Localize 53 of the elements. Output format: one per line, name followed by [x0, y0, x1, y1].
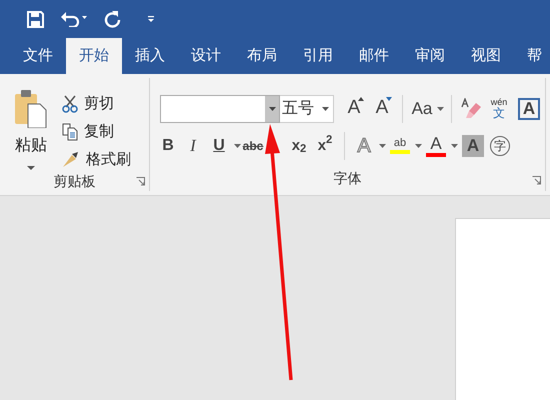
up-triangle-icon [358, 96, 364, 100]
group-label: 字体 [334, 169, 362, 188]
caret-icon[interactable] [413, 144, 423, 148]
format-painter-button[interactable]: 格式刷 [62, 149, 131, 171]
ribbon-tab[interactable]: 设计 [178, 38, 234, 74]
group-label: 剪贴板 [54, 172, 96, 191]
font-color-button[interactable]: A [423, 133, 449, 159]
script-button[interactable]: x$^{2}$ [312, 133, 338, 159]
ribbon-tab[interactable]: 审阅 [402, 38, 458, 74]
italic-button[interactable]: I [180, 133, 206, 159]
caret-icon[interactable] [322, 106, 329, 110]
script-button[interactable]: x$_{2}$ [286, 133, 312, 159]
undo-icon[interactable] [60, 11, 88, 27]
ribbon-tab[interactable]: 引用 [290, 38, 346, 74]
down-triangle-icon [386, 96, 392, 100]
clipboard-icon[interactable] [14, 88, 48, 128]
bold-button[interactable]: B [156, 133, 180, 159]
copy-button[interactable]: 复制 [62, 121, 131, 143]
font-size-field[interactable]: 五号 [280, 94, 334, 122]
change-case-button[interactable]: Aa [409, 96, 435, 122]
ribbon-tab[interactable]: 邮件 [346, 38, 402, 74]
cut-button[interactable]: 剪切 [62, 93, 131, 115]
ribbon-tab[interactable]: 插入 [122, 38, 178, 74]
caret-icon[interactable] [268, 106, 276, 110]
caret-icon[interactable] [27, 166, 35, 170]
shrink-font-button[interactable]: A [369, 96, 395, 122]
caret-icon[interactable] [449, 144, 459, 148]
font-name-field[interactable] [160, 94, 280, 122]
underline-button[interactable]: U [206, 133, 232, 159]
grow-font-button[interactable]: A [341, 96, 367, 122]
ribbon-tab[interactable]: 开始 [66, 38, 122, 74]
dialog-launcher-icon[interactable] [532, 176, 541, 185]
phonetic-guide-button[interactable]: wén 文 [486, 96, 512, 122]
ribbon-tab[interactable]: 布局 [234, 38, 290, 74]
highlight-button[interactable]: ab [387, 133, 413, 159]
character-border-button[interactable]: A [518, 98, 540, 120]
caret-icon[interactable] [377, 144, 387, 148]
customize-icon[interactable] [147, 15, 155, 23]
brush-icon [62, 152, 80, 168]
scissors-icon [62, 95, 78, 113]
copy-icon [62, 123, 78, 141]
ribbon-tab[interactable]: 文件 [10, 38, 66, 74]
paste-button[interactable]: 粘贴 [15, 134, 47, 158]
caret-icon[interactable] [435, 106, 445, 110]
ribbon-tab[interactable]: 帮 [514, 38, 550, 74]
save-icon[interactable] [27, 10, 44, 28]
redo-icon[interactable] [104, 10, 121, 28]
dialog-launcher-icon[interactable] [136, 177, 145, 186]
strikethrough-button[interactable]: abc [242, 133, 264, 159]
ribbon-tab[interactable]: 视图 [458, 38, 514, 74]
enclose-characters-button[interactable]: 字 [490, 136, 510, 156]
character-shading-button[interactable]: A [462, 135, 484, 157]
caret-icon[interactable] [232, 144, 242, 148]
